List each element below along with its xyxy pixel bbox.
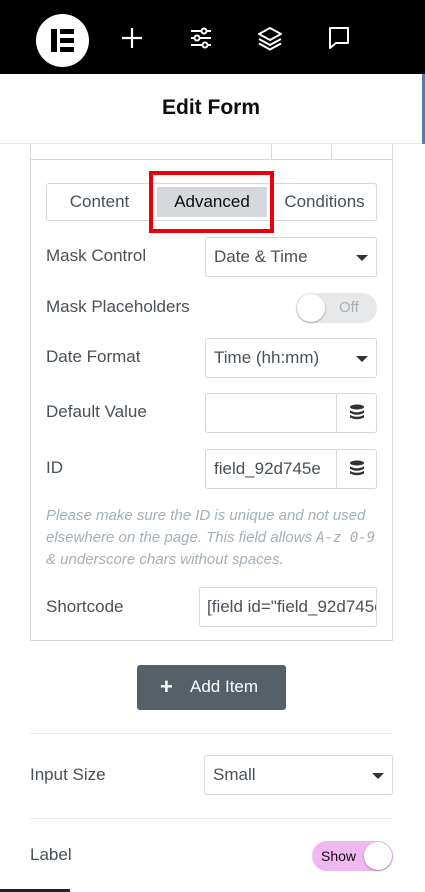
mask-control-label: Mask Control [46, 246, 147, 265]
dynamic-tags-button[interactable] [336, 450, 376, 488]
mask-control-select[interactable]: Date & Time [205, 237, 377, 277]
id-field[interactable]: field_92d745e [205, 449, 377, 489]
add-item-button[interactable]: + Add Item [137, 665, 286, 710]
date-format-value: Time (hh:mm) [214, 348, 320, 367]
divider [30, 818, 393, 819]
elementor-logo-icon[interactable] [36, 14, 89, 67]
database-icon [350, 404, 364, 420]
default-value-field[interactable] [205, 393, 377, 433]
mask-control-value: Date & Time [214, 247, 308, 266]
add-item-label: Add Item [190, 677, 259, 696]
label-show-toggle[interactable]: Show [312, 841, 393, 871]
help-text-part: & underscore chars without spaces. [46, 551, 284, 568]
toggle-knob [364, 842, 392, 870]
toggle-state-label: Show [321, 848, 357, 864]
default-value-input[interactable] [214, 394, 336, 432]
date-format-label: Date Format [46, 347, 141, 366]
tab-content[interactable]: Content [47, 184, 153, 220]
id-input[interactable]: field_92d745e [214, 450, 336, 488]
tab-conditions[interactable]: Conditions [271, 184, 377, 220]
page-title: Edit Form [162, 96, 260, 119]
input-size-label: Input Size [30, 765, 106, 784]
mask-placeholders-label: Mask Placeholders [46, 297, 190, 316]
panel-header: Edit Form [0, 74, 425, 144]
label-setting-label: Label [30, 845, 72, 864]
id-help-text: Please make sure the ID is unique and no… [46, 505, 380, 571]
dynamic-tags-button[interactable] [336, 394, 376, 432]
shortcode-input[interactable]: [field id="field_92d745e"] [199, 587, 377, 627]
divider [30, 733, 393, 734]
chevron-down-icon [372, 773, 384, 779]
chevron-down-icon [356, 255, 368, 261]
highlight-box [149, 171, 274, 233]
toggle-state-label: Off [339, 299, 359, 316]
plus-icon: + [160, 674, 173, 699]
date-format-select[interactable]: Time (hh:mm) [205, 338, 377, 378]
repeater-item-header[interactable] [30, 144, 393, 160]
plus-icon[interactable] [118, 24, 146, 52]
help-text-code: A-z 0-9 [316, 530, 376, 546]
input-size-select[interactable]: Small [204, 755, 393, 795]
chat-bubble-icon[interactable] [325, 24, 353, 52]
mask-placeholders-toggle[interactable]: Off [296, 293, 377, 323]
sliders-icon[interactable] [187, 24, 215, 52]
top-toolbar [0, 0, 425, 74]
default-value-label: Default Value [46, 402, 147, 421]
shortcode-label: Shortcode [46, 597, 124, 616]
chevron-down-icon [356, 356, 368, 362]
id-label: ID [46, 458, 63, 477]
database-icon [350, 460, 364, 476]
input-size-value: Small [213, 765, 256, 784]
toggle-knob [297, 294, 325, 322]
layers-icon[interactable] [256, 24, 284, 52]
